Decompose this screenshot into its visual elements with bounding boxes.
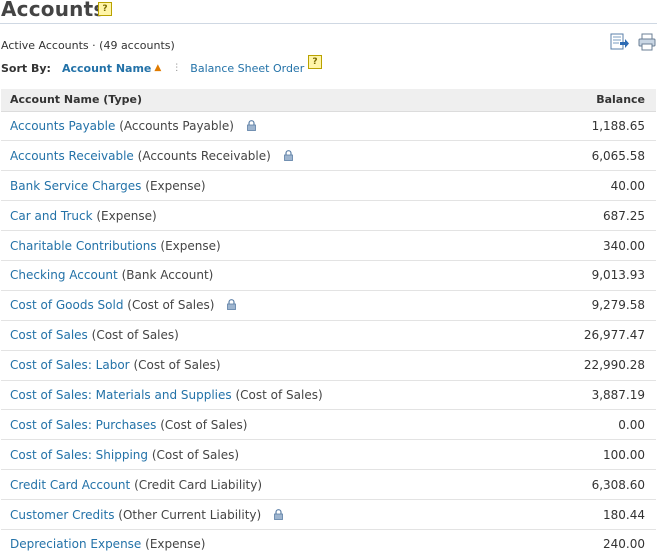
balance-cell: 100.00 [536,439,656,471]
accounts-count-text: Active Accounts · (49 accounts) [1,39,175,52]
account-cell: Accounts Payable (Accounts Payable) [1,111,537,142]
accounts-table: Account Name (Type) Balance Accounts Pay… [1,89,656,554]
account-cell: Cost of Goods Sold (Cost of Sales) [1,290,537,321]
table-row[interactable]: Car and Truck (Expense) 687.25 [1,200,656,232]
account-type: (Cost of Sales) [151,447,240,462]
table-row[interactable]: Accounts Payable (Accounts Payable) 1,188… [1,111,656,142]
balance-cell: 0.00 [536,409,656,441]
account-name-link[interactable]: Bank Service Charges [10,179,141,193]
account-name-link[interactable]: Customer Credits [10,508,114,522]
account-name-link[interactable]: Cost of Sales: Materials and Supplies [10,388,232,402]
account-cell: Cost of Sales: Shipping (Cost of Sales) [1,439,537,471]
account-type: (Expense) [160,238,221,253]
table-header-row: Account Name (Type) Balance [1,89,656,112]
account-cell: Car and Truck (Expense) [1,200,537,232]
account-cell: Cost of Sales: Purchases (Cost of Sales) [1,409,537,441]
account-type: (Credit Card Liability) [134,477,263,492]
account-name-link[interactable]: Depreciation Expense [10,537,141,551]
help-icon[interactable]: ? [98,2,112,16]
account-name-link[interactable]: Checking Account [10,268,118,282]
table-row[interactable]: Credit Card Account (Credit Card Liabili… [1,469,656,501]
account-name-link[interactable]: Accounts Receivable [10,149,134,163]
account-name-link[interactable]: Credit Card Account [10,478,130,492]
table-row[interactable]: Charitable Contributions (Expense) 340.00 [1,230,656,261]
sort-separator: ⋮ [172,63,182,73]
sort-ascending-icon: ▲ [154,63,162,73]
account-name-link[interactable]: Cost of Sales: Shipping [10,448,148,462]
balance-cell: 6,308.60 [536,469,656,501]
account-type: (Cost of Sales) [133,358,221,373]
balance-cell: 6,065.58 [536,140,656,172]
balance-cell: 3,887.19 [536,380,656,411]
balance-cell: 22,990.28 [536,350,656,381]
account-cell: Customer Credits (Other Current Liabilit… [1,499,537,530]
account-name-link[interactable]: Cost of Sales: Labor [10,358,130,372]
export-icon[interactable] [610,33,630,51]
account-type: (Bank Account) [121,268,214,283]
balance-cell: 240.00 [536,529,656,554]
account-type: (Expense) [96,208,157,223]
account-cell: Bank Service Charges (Expense) [1,170,537,202]
table-row[interactable]: Cost of Sales: Materials and Supplies (C… [1,380,656,411]
table-row[interactable]: Checking Account (Bank Account) 9,013.93 [1,260,656,291]
lock-icon [283,149,293,161]
column-header-balance[interactable]: Balance [536,89,656,112]
balance-cell: 180.44 [536,499,656,530]
account-cell: Accounts Receivable (Accounts Receivable… [1,140,537,172]
account-type: (Cost of Sales) [91,328,179,343]
column-header-account-name[interactable]: Account Name (Type) [1,89,537,112]
account-cell: Cost of Sales: Materials and Supplies (C… [1,380,537,411]
lock-icon [274,508,284,520]
balance-cell: 687.25 [536,200,656,232]
table-row[interactable]: Cost of Goods Sold (Cost of Sales) 9,279.… [1,290,656,321]
account-cell: Cost of Sales: Labor (Cost of Sales) [1,350,537,381]
table-row[interactable]: Cost of Sales: Purchases (Cost of Sales)… [1,409,656,441]
account-name-link[interactable]: Charitable Contributions [10,239,157,253]
account-cell: Cost of Sales (Cost of Sales) [1,320,537,351]
balance-cell: 9,279.58 [536,290,656,321]
title-bar: Accounts ? [0,0,657,24]
sort-label: Sort By: [1,61,51,75]
table-row[interactable]: Cost of Sales: Shipping (Cost of Sales) 1… [1,439,656,471]
account-cell: Checking Account (Bank Account) [1,260,537,291]
account-name-link[interactable]: Cost of Goods Sold [10,298,123,312]
sort-bar: Sort By: Account Name ▲ ⋮ Balance Sheet … [1,61,304,75]
account-cell: Charitable Contributions (Expense) [1,230,537,261]
balance-cell: 26,977.47 [536,320,656,351]
account-type: (Other Current Liability) [118,507,262,522]
table-row[interactable]: Accounts Receivable (Accounts Receivable… [1,140,656,172]
sort-help-icon[interactable]: ? [308,55,322,69]
account-type: (Cost of Sales) [235,387,323,402]
account-type: (Cost of Sales) [127,298,215,313]
lock-icon [247,120,256,131]
print-icon[interactable] [638,33,656,51]
account-type: (Expense) [145,537,206,552]
sort-balance-sheet-order-link[interactable]: Balance Sheet Order [190,62,304,75]
table-row[interactable]: Bank Service Charges (Expense) 40.00 [1,170,656,202]
balance-cell: 340.00 [536,230,656,261]
account-type: (Accounts Payable) [119,118,234,133]
sort-account-name-link[interactable]: Account Name [62,62,151,75]
balance-cell: 40.00 [536,170,656,202]
table-row[interactable]: Cost of Sales: Labor (Cost of Sales) 22,9… [1,350,656,381]
table-row[interactable]: Depreciation Expense (Expense) 240.00 [1,529,656,554]
account-type: (Accounts Receivable) [137,148,271,163]
account-name-link[interactable]: Accounts Payable [10,119,115,133]
account-name-link[interactable]: Cost of Sales [10,328,88,342]
account-name-link[interactable]: Car and Truck [10,209,93,223]
balance-cell: 9,013.93 [536,260,656,291]
account-name-link[interactable]: Cost of Sales: Purchases [10,418,156,432]
table-row[interactable]: Customer Credits (Other Current Liabilit… [1,499,656,530]
table-row[interactable]: Cost of Sales (Cost of Sales) 26,977.47 [1,320,656,351]
lock-icon [227,299,237,311]
account-type: (Expense) [145,178,206,193]
account-cell: Credit Card Account (Credit Card Liabili… [1,469,537,501]
balance-cell: 1,188.65 [536,111,656,142]
page-title: Accounts [1,0,106,21]
account-cell: Depreciation Expense (Expense) [1,529,537,554]
account-type: (Cost of Sales) [160,417,248,432]
